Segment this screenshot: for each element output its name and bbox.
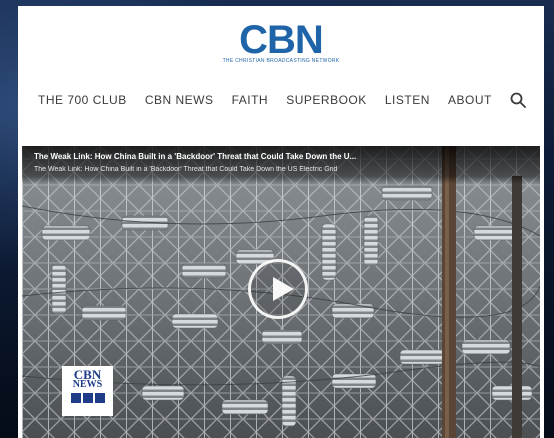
website-frame: CBN THE CHRISTIAN BROADCASTING NETWORK T… [18,6,544,438]
nav-item-about[interactable]: ABOUT [448,93,492,107]
youtube-icon [70,393,81,403]
watermark-news: NEWS [72,379,103,390]
instagram-icon [82,393,93,403]
logo-tagline: THE CHRISTIAN BROADCASTING NETWORK [222,58,340,64]
cbn-news-watermark: CBN NEWS [62,366,113,416]
nav-item-cbn-news[interactable]: CBN NEWS [145,93,214,107]
video-title-bar: The Weak Link: How China Built in a 'Bac… [22,146,540,184]
search-icon[interactable] [510,92,526,108]
video-player[interactable]: The Weak Link: How China Built in a 'Bac… [22,146,540,438]
watermark-social-icons [62,393,113,403]
video-title[interactable]: The Weak Link: How China Built in a 'Bac… [34,152,534,161]
nav-item-superbook[interactable]: SUPERBOOK [286,93,367,107]
logo-text: CBN [239,18,324,62]
video-subtitle: The Weak Link: How China Built in a 'Bac… [34,166,338,173]
facebook-icon [94,393,105,403]
play-icon [273,277,294,301]
main-nav: THE 700 CLUB CBN NEWS FAITH SUPERBOOK LI… [38,90,526,110]
nav-item-faith[interactable]: FAITH [232,93,269,107]
nav-item-listen[interactable]: LISTEN [385,93,430,107]
nav-item-700-club[interactable]: THE 700 CLUB [38,93,127,107]
cbn-logo[interactable]: CBN [18,20,544,60]
play-button[interactable] [248,259,308,319]
